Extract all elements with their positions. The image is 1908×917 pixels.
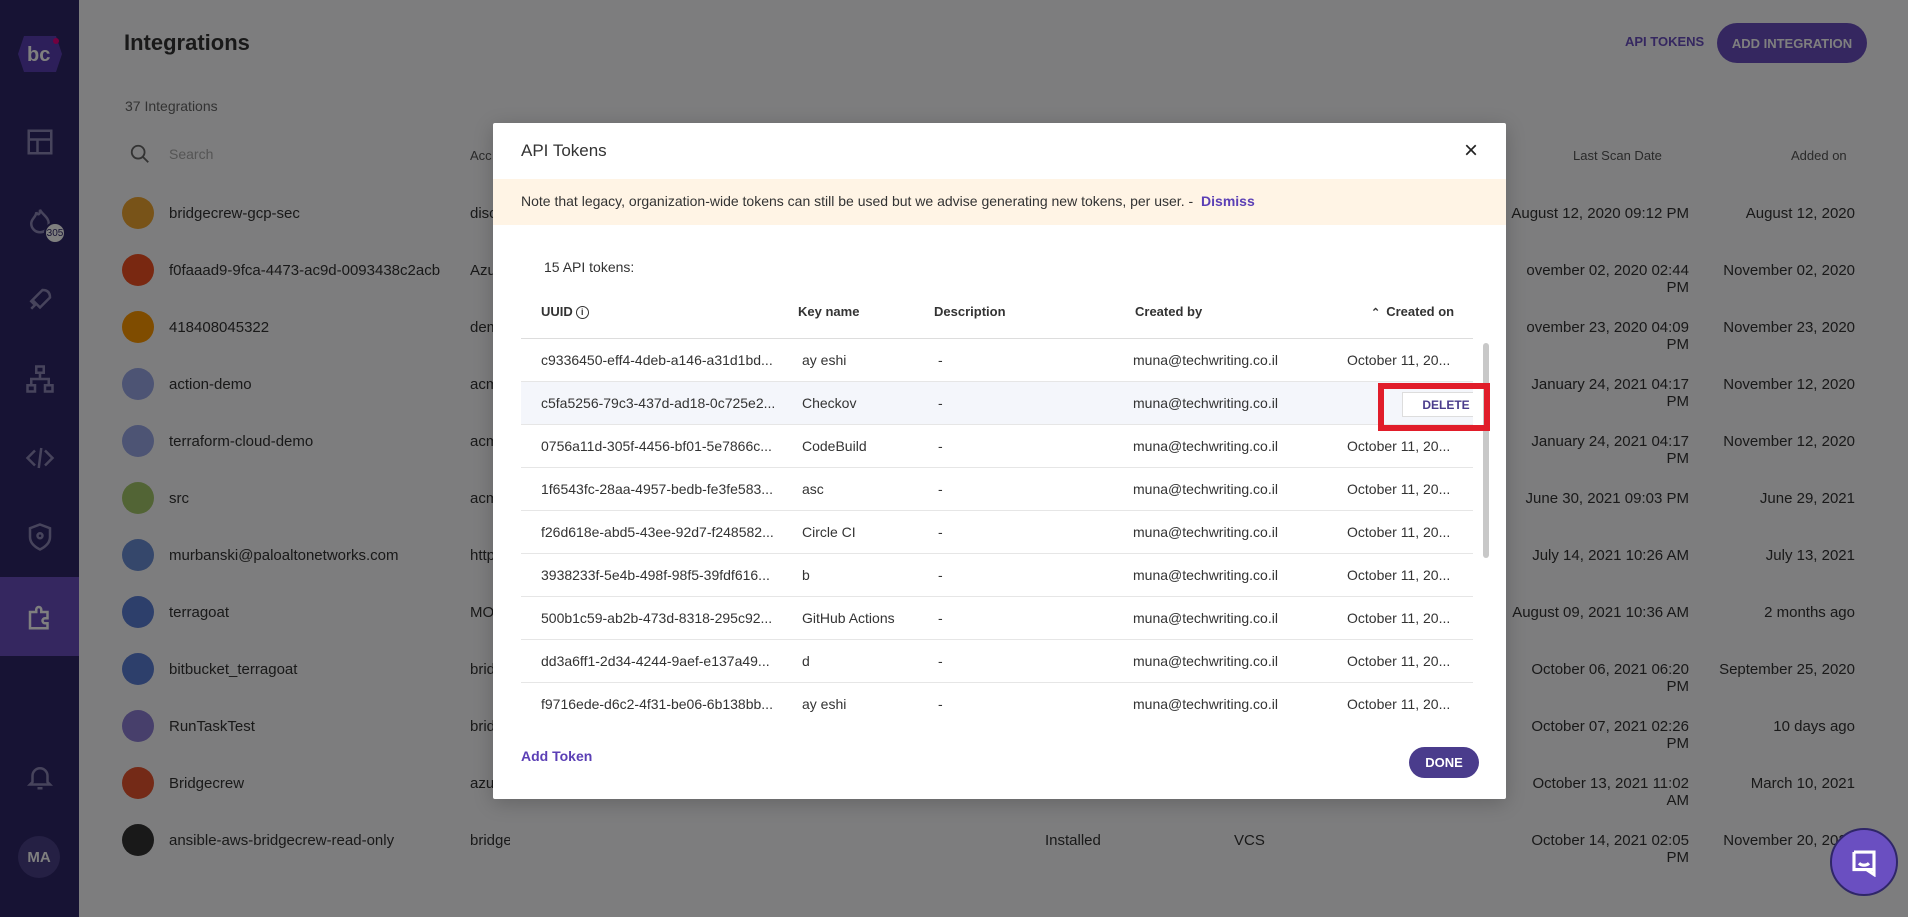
token-created-on: October 11, 20...: [1347, 481, 1451, 497]
token-created-on: October 11, 20...: [1347, 696, 1451, 712]
token-key-name: CodeBuild: [802, 438, 867, 454]
token-created-on: October 11, 20...: [1347, 653, 1451, 669]
token-key-name: Circle CI: [802, 524, 856, 540]
token-key-name: Checkov: [802, 395, 857, 411]
header-key-name: Key name: [798, 304, 860, 319]
token-key-name: b: [802, 567, 810, 583]
token-uuid: 500b1c59-ab2b-473d-8318-295c92...: [541, 610, 773, 626]
header-description: Description: [934, 304, 1006, 319]
token-description: -: [938, 696, 943, 712]
header-uuid-label: UUID: [541, 304, 573, 319]
header-created-on-label: Created on: [1386, 304, 1455, 319]
token-uuid: f9716ede-d6c2-4f31-be06-6b138bb...: [541, 696, 773, 712]
token-row[interactable]: 0756a11d-305f-4456-bf01-5e7866c... CodeBu…: [521, 425, 1473, 468]
token-description: -: [938, 395, 943, 411]
token-uuid: f26d618e-abd5-43ee-92d7-f248582...: [541, 524, 774, 540]
token-created-by: muna@techwriting.co.il: [1133, 696, 1278, 712]
close-icon[interactable]: ×: [1459, 139, 1483, 163]
sort-up-icon: ⌃: [1371, 307, 1381, 319]
table-scrollbar[interactable]: [1483, 343, 1489, 558]
token-row[interactable]: 1f6543fc-28aa-4957-bedb-fe3fe583... asc - m…: [521, 468, 1473, 511]
token-created-by: muna@techwriting.co.il: [1133, 438, 1278, 454]
token-created-by: muna@techwriting.co.il: [1133, 610, 1278, 626]
token-created-by: muna@techwriting.co.il: [1133, 481, 1278, 497]
token-uuid: dd3a6ff1-2d34-4244-9aef-e137a49...: [541, 653, 770, 669]
header-uuid: UUID i: [541, 304, 589, 320]
token-row[interactable]: f26d618e-abd5-43ee-92d7-f248582... Circle…: [521, 511, 1473, 554]
token-row[interactable]: c9336450-eff4-4deb-a146-a31d1bd... ay esh…: [521, 339, 1473, 382]
token-uuid: 0756a11d-305f-4456-bf01-5e7866c...: [541, 438, 772, 454]
header-created-by: Created by: [1135, 304, 1203, 319]
token-uuid: 3938233f-5e4b-498f-98f5-39fdf616...: [541, 567, 770, 583]
api-tokens-modal: API Tokens × Note that legacy, organizat…: [493, 123, 1506, 799]
notice-text: Note that legacy, organization-wide toke…: [521, 193, 1194, 209]
token-key-name: ay eshi: [802, 696, 847, 712]
chat-button[interactable]: [1830, 828, 1898, 896]
token-created-on: October 11, 20...: [1347, 524, 1451, 540]
token-uuid: 1f6543fc-28aa-4957-bedb-fe3fe583...: [541, 481, 773, 497]
token-uuid: c9336450-eff4-4deb-a146-a31d1bd...: [541, 352, 773, 368]
token-row[interactable]: 500b1c59-ab2b-473d-8318-295c92... GitHub …: [521, 597, 1473, 640]
token-key-name: d: [802, 653, 810, 669]
token-key-name: asc: [802, 481, 824, 497]
token-description: -: [938, 352, 943, 368]
token-created-by: muna@techwriting.co.il: [1133, 567, 1278, 583]
token-row[interactable]: 3938233f-5e4b-498f-98f5-39fdf616... b - mun…: [521, 554, 1473, 597]
tokens-table-body: c9336450-eff4-4deb-a146-a31d1bd... ay esh…: [521, 339, 1473, 724]
token-created-by: muna@techwriting.co.il: [1133, 395, 1278, 411]
token-created-by: muna@techwriting.co.il: [1133, 524, 1278, 540]
delete-highlight-box: [1378, 383, 1490, 431]
token-description: -: [938, 524, 943, 540]
token-created-on: October 11, 20...: [1347, 352, 1451, 368]
header-created-on[interactable]: ⌃ Created on: [1371, 304, 1454, 319]
modal-title: API Tokens: [521, 141, 607, 160]
token-key-name: GitHub Actions: [802, 610, 895, 626]
token-description: -: [938, 653, 943, 669]
token-created-on: October 11, 20...: [1347, 567, 1451, 583]
token-count: 15 API tokens:: [544, 259, 635, 275]
token-description: -: [938, 438, 943, 454]
token-uuid: c5fa5256-79c3-437d-ad18-0c725e2...: [541, 395, 776, 411]
app-root: bc 305 MA Integrations AP: [0, 0, 1908, 917]
legacy-token-notice: Note that legacy, organization-wide toke…: [493, 179, 1506, 225]
token-created-on: October 11, 20...: [1347, 438, 1451, 454]
token-key-name: ay eshi: [802, 352, 847, 368]
add-token-link[interactable]: Add Token: [521, 748, 592, 764]
token-description: -: [938, 610, 943, 626]
token-description: -: [938, 481, 943, 497]
token-row[interactable]: f9716ede-d6c2-4f31-be06-6b138bb... ay esh…: [521, 683, 1473, 724]
dismiss-link[interactable]: Dismiss: [1201, 193, 1255, 209]
info-icon[interactable]: i: [575, 306, 589, 320]
done-button[interactable]: DONE: [1409, 747, 1479, 778]
token-row[interactable]: dd3a6ff1-2d34-4244-9aef-e137a49... d - muna…: [521, 640, 1473, 683]
token-created-by: muna@techwriting.co.il: [1133, 352, 1278, 368]
token-created-by: muna@techwriting.co.il: [1133, 653, 1278, 669]
chat-icon: [1852, 850, 1876, 877]
token-row[interactable]: c5fa5256-79c3-437d-ad18-0c725e2... Checko…: [521, 382, 1473, 425]
token-description: -: [938, 567, 943, 583]
token-created-on: October 11, 20...: [1347, 610, 1451, 626]
